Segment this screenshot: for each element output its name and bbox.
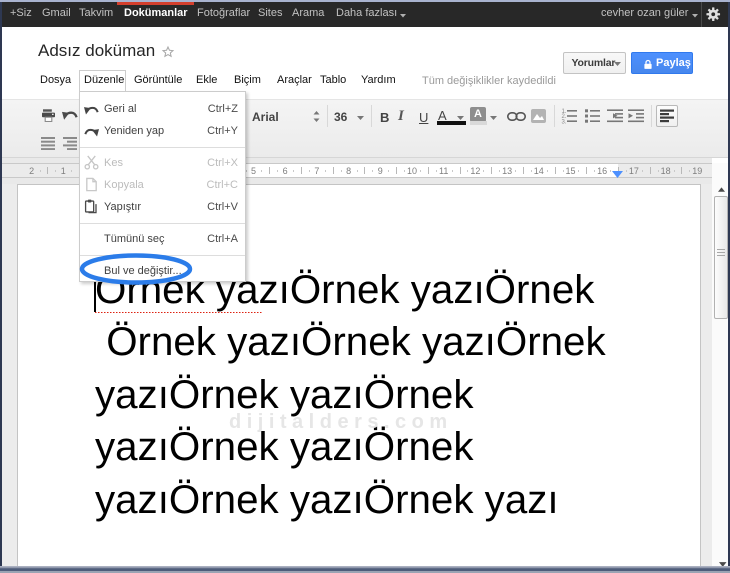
svg-text:3.: 3. <box>562 119 567 124</box>
